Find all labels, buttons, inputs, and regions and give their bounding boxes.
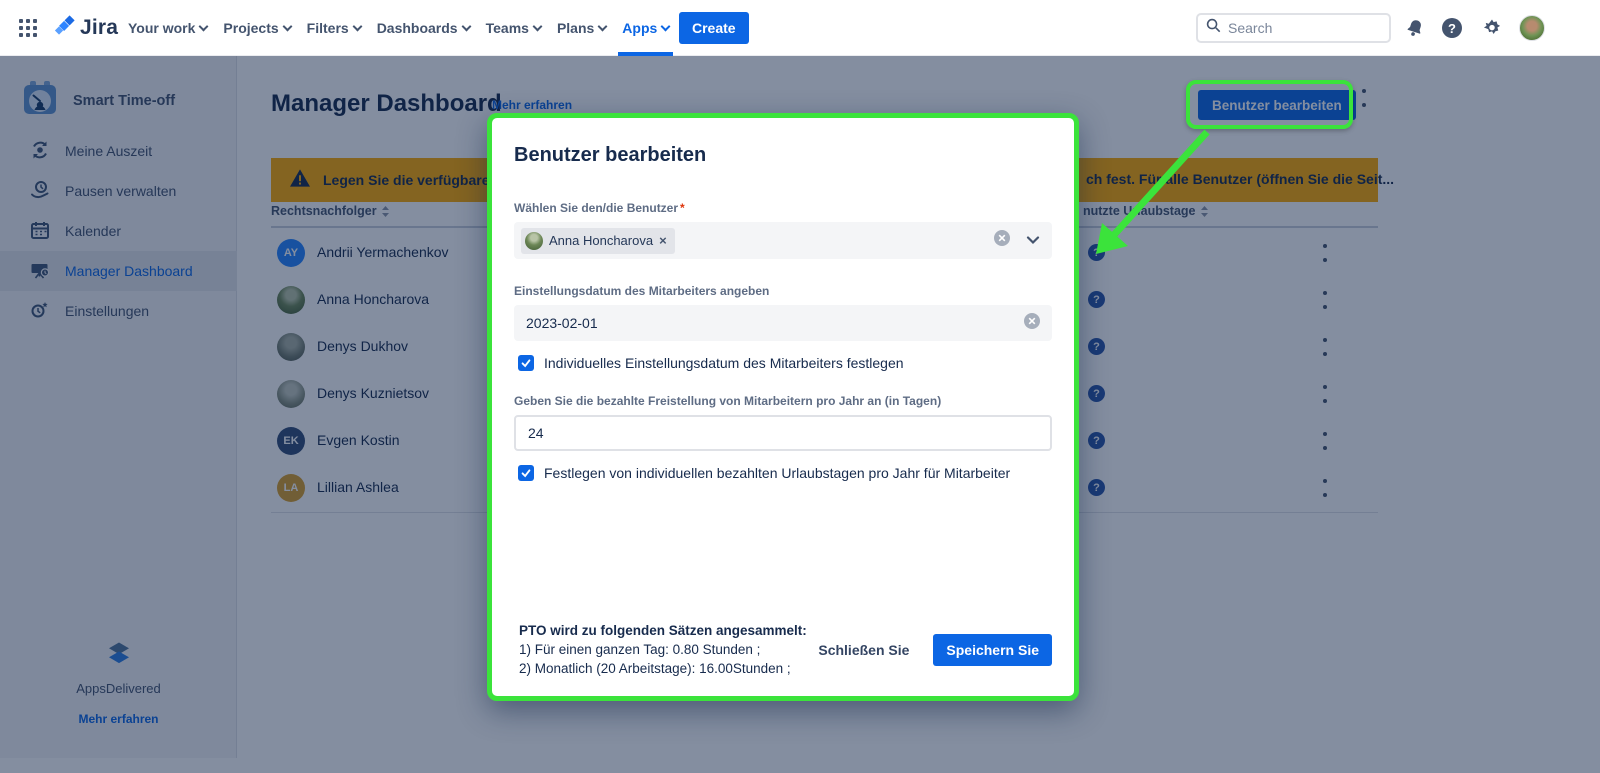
- modal-footer: PTO wird zu folgenden Sätzen angesammelt…: [519, 621, 1052, 678]
- checkbox-label: Festlegen von individuellen bezahlten Ur…: [544, 465, 1011, 481]
- chevron-down-icon: [352, 21, 363, 31]
- jira-logo-text: Jira: [80, 15, 119, 39]
- hire-date-input[interactable]: [526, 315, 1024, 331]
- nav-item-filters[interactable]: Filters: [307, 0, 363, 56]
- help-icon[interactable]: ?: [1441, 17, 1463, 39]
- checkbox-checked[interactable]: [518, 465, 534, 481]
- pto-field[interactable]: [514, 415, 1052, 451]
- user-select-label: Wählen Sie den/die Benutzer *: [514, 201, 685, 215]
- individual-pto-checkbox-row: Festlegen von individuellen bezahlten Ur…: [514, 465, 1052, 481]
- chevron-down-icon: [660, 21, 671, 31]
- select-clear-icon[interactable]: [994, 230, 1010, 251]
- nav-item-projects[interactable]: Projects: [223, 0, 293, 56]
- chevron-down-icon: [198, 21, 209, 31]
- user-select[interactable]: Anna Honcharova ×: [514, 222, 1052, 259]
- nav-item-apps[interactable]: Apps: [618, 0, 674, 56]
- search-box[interactable]: [1196, 13, 1391, 43]
- modal-title: Benutzer bearbeiten: [514, 144, 707, 166]
- hire-date-field[interactable]: [514, 305, 1052, 341]
- create-button[interactable]: Create: [679, 12, 749, 44]
- select-chevron-down-icon[interactable]: [1026, 232, 1040, 250]
- chip-remove-icon[interactable]: ×: [659, 233, 667, 248]
- chevron-down-icon: [461, 21, 472, 31]
- close-button[interactable]: Schließen Sie: [818, 642, 909, 658]
- save-button[interactable]: Speichern Sie: [933, 633, 1052, 666]
- notifications-bell-icon[interactable]: [1404, 17, 1426, 39]
- nav-item-plans[interactable]: Plans: [557, 0, 608, 56]
- search-icon: [1206, 18, 1221, 38]
- top-navbar: Jira Your work Projects Filters Dashboar…: [0, 0, 1600, 56]
- checkbox-checked[interactable]: [518, 355, 534, 371]
- search-input[interactable]: [1228, 20, 1368, 36]
- chip-avatar: [525, 231, 543, 250]
- nav-menu: Your work Projects Filters Dashboards Te…: [128, 0, 674, 56]
- accrual-title: PTO wird zu folgenden Sätzen angesammelt…: [519, 623, 807, 638]
- settings-gear-icon[interactable]: [1481, 17, 1503, 39]
- app-root: Jira Your work Projects Filters Dashboar…: [0, 0, 1600, 773]
- hire-date-label: Einstellungsdatum des Mitarbeiters angeb…: [514, 284, 770, 298]
- pto-label: Geben Sie die bezahlte Freistellung von …: [514, 394, 942, 408]
- chevron-down-icon: [597, 21, 608, 31]
- jira-logo-icon: [54, 14, 76, 41]
- highlight-box: [1186, 80, 1353, 129]
- edit-user-modal: Benutzer bearbeiten Wählen Sie den/die B…: [487, 113, 1079, 701]
- selected-user-chip: Anna Honcharova ×: [521, 227, 675, 254]
- jira-logo[interactable]: Jira: [54, 14, 118, 41]
- accrual-line: 1) Für einen ganzen Tag: 0.80 Stunden ;: [519, 642, 761, 657]
- nav-item-dashboards[interactable]: Dashboards: [377, 0, 472, 56]
- individual-date-checkbox-row: Individuelles Einstellungsdatum des Mita…: [514, 355, 1052, 371]
- user-avatar[interactable]: [1519, 15, 1545, 41]
- date-clear-icon[interactable]: [1024, 312, 1040, 334]
- nav-item-your-work[interactable]: Your work: [128, 0, 209, 56]
- accrual-note: PTO wird zu folgenden Sätzen angesammelt…: [519, 621, 807, 678]
- chevron-down-icon: [282, 21, 293, 31]
- accrual-line: 2) Monatlich (20 Arbeitstage): 16.00Stun…: [519, 661, 791, 676]
- app-switcher-icon[interactable]: [19, 19, 38, 38]
- nav-item-teams[interactable]: Teams: [486, 0, 543, 56]
- required-asterisk: *: [680, 201, 685, 215]
- checkbox-label: Individuelles Einstellungsdatum des Mita…: [544, 355, 904, 371]
- chevron-down-icon: [532, 21, 543, 31]
- pto-input[interactable]: [528, 425, 1038, 441]
